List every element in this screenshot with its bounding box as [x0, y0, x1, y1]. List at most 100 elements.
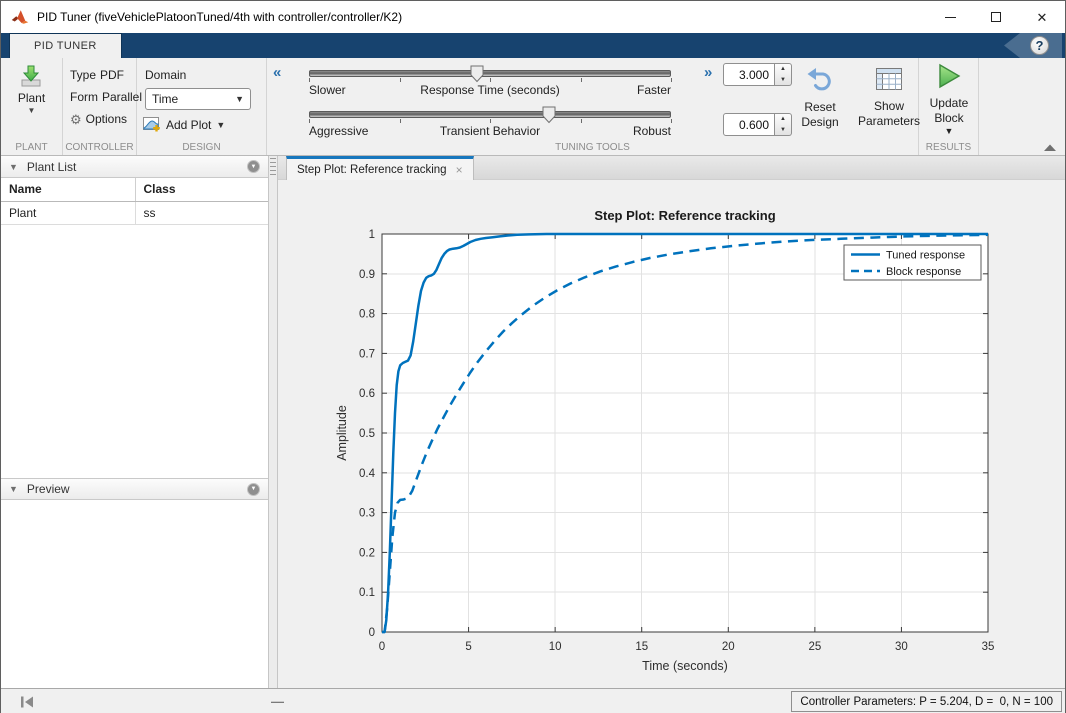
- vertical-splitter[interactable]: [269, 156, 278, 688]
- chevron-down-icon: ▼: [251, 164, 257, 170]
- svg-text:0.2: 0.2: [359, 547, 375, 559]
- svg-text:Block response: Block response: [886, 266, 961, 278]
- column-header-class[interactable]: Class: [135, 178, 268, 201]
- splitter-grip[interactable]: [270, 158, 276, 176]
- show-parameters-button[interactable]: Show Parameters: [849, 66, 929, 129]
- response-time-slider: Slower Response Time (seconds) Faster: [309, 70, 671, 97]
- plant-name-cell[interactable]: Plant: [1, 201, 135, 224]
- svg-text:35: 35: [982, 641, 995, 653]
- transient-behavior-spinner: ▲ ▼: [723, 113, 792, 136]
- maximize-button[interactable]: [973, 1, 1019, 33]
- reset-design-button[interactable]: Reset Design: [795, 66, 845, 130]
- table-row[interactable]: Plant ss: [1, 201, 268, 224]
- chevron-down-icon: ▼: [28, 106, 36, 115]
- update-block-label: Update Block: [923, 96, 975, 126]
- spinner-down-icon[interactable]: ▼: [775, 125, 791, 136]
- svg-text:0.6: 0.6: [359, 388, 375, 400]
- document-tab-bar: Step Plot: Reference tracking ×: [278, 156, 1065, 180]
- response-time-stepper[interactable]: ▲ ▼: [775, 63, 792, 86]
- transient-behavior-slider-track[interactable]: [309, 111, 671, 118]
- type-value: PDF: [100, 68, 124, 82]
- svg-text:Amplitude: Amplitude: [335, 405, 349, 461]
- svg-text:1: 1: [369, 229, 375, 241]
- minimize-button[interactable]: [927, 1, 973, 33]
- slider-decrease-icon[interactable]: «: [273, 64, 281, 81]
- tab-step-plot[interactable]: Step Plot: Reference tracking ×: [286, 156, 474, 180]
- add-plot-button[interactable]: Add Plot ▼: [143, 117, 266, 132]
- preview-header: ▼ Preview ▼: [1, 478, 268, 500]
- slider-label-response-time: Response Time (seconds): [420, 83, 559, 97]
- svg-text:0.9: 0.9: [359, 269, 375, 281]
- svg-text:0.3: 0.3: [359, 508, 375, 520]
- slider-label-aggressive: Aggressive: [309, 124, 368, 138]
- main-area: ▼ Plant List ▼ Name Class Plant ss ▼ Pre…: [1, 156, 1065, 688]
- svg-text:5: 5: [465, 641, 471, 653]
- help-button[interactable]: ?: [1030, 36, 1049, 55]
- collapse-left-icon[interactable]: [19, 695, 35, 709]
- plant-button-label: Plant: [18, 91, 45, 105]
- domain-dropdown[interactable]: Time ▼: [145, 88, 251, 110]
- update-block-button[interactable]: Update Block ▼: [923, 62, 975, 137]
- toolbar-spacer: [979, 58, 1065, 155]
- panel-menu-button[interactable]: ▼: [247, 483, 260, 496]
- section-label-tuning-tools: TUNING TOOLS: [267, 142, 918, 153]
- controller-type-row[interactable]: Type PDF: [63, 68, 136, 82]
- plant-button[interactable]: Plant ▼: [18, 64, 45, 115]
- spinner-up-icon[interactable]: ▲: [775, 64, 791, 75]
- window-title: PID Tuner (fiveVehiclePlatoonTuned/4th w…: [37, 10, 402, 24]
- ribbon-tab-strip: PID TUNER ?: [1, 33, 1065, 58]
- gear-icon: ⚙: [70, 113, 82, 126]
- svg-text:0.4: 0.4: [359, 468, 376, 480]
- reset-design-label: Reset Design: [795, 100, 845, 130]
- splitter-collapse-icon[interactable]: —: [271, 694, 284, 709]
- domain-value: Time: [152, 92, 178, 106]
- response-time-slider-track[interactable]: [309, 70, 671, 77]
- spinner-up-icon[interactable]: ▲: [775, 114, 791, 125]
- transient-behavior-input[interactable]: [723, 113, 775, 136]
- close-icon: ✕: [1037, 11, 1048, 24]
- column-header-name[interactable]: Name: [1, 178, 135, 201]
- collapse-ribbon-icon[interactable]: [1043, 142, 1057, 152]
- slider-ticks: [309, 118, 671, 123]
- chevron-down-icon: ▼: [235, 94, 244, 104]
- tab-pid-tuner[interactable]: PID TUNER: [9, 33, 122, 58]
- controller-form-row[interactable]: Form Parallel: [63, 90, 136, 104]
- options-button[interactable]: ⚙ Options: [63, 112, 136, 126]
- section-label-controller: CONTROLLER: [63, 142, 136, 153]
- add-plot-icon: [143, 117, 161, 132]
- slider-label-faster: Faster: [637, 83, 671, 97]
- chevron-down-icon: ▼: [216, 120, 225, 130]
- plant-list-table: Name Class Plant ss: [1, 178, 268, 225]
- response-time-input[interactable]: [723, 63, 775, 86]
- panel-menu-button[interactable]: ▼: [247, 160, 260, 173]
- section-label-results: RESULTS: [919, 142, 978, 153]
- chevron-down-icon: ▼: [251, 486, 257, 492]
- help-area: ?: [1004, 33, 1062, 58]
- svg-text:0.7: 0.7: [359, 348, 375, 360]
- collapse-triangle-icon[interactable]: ▼: [9, 484, 18, 494]
- transient-behavior-slider: Aggressive Transient Behavior Robust: [309, 111, 671, 138]
- tab-step-plot-label: Step Plot: Reference tracking: [297, 164, 447, 176]
- slider-increase-icon[interactable]: »: [704, 64, 712, 81]
- slider-label-slower: Slower: [309, 83, 346, 97]
- svg-text:Tuned response: Tuned response: [886, 250, 965, 262]
- close-button[interactable]: ✕: [1019, 1, 1065, 33]
- svg-text:30: 30: [895, 641, 908, 653]
- section-label-plant: PLANT: [1, 142, 62, 153]
- svg-text:15: 15: [635, 641, 648, 653]
- spinner-down-icon[interactable]: ▼: [775, 75, 791, 86]
- plant-class-cell[interactable]: ss: [135, 201, 268, 224]
- step-plot-chart[interactable]: 0510152025303500.10.20.30.40.50.60.70.80…: [278, 180, 1066, 688]
- svg-text:0.5: 0.5: [359, 428, 375, 440]
- transient-behavior-stepper[interactable]: ▲ ▼: [775, 113, 792, 136]
- collapse-triangle-icon[interactable]: ▼: [9, 162, 18, 172]
- svg-text:0: 0: [369, 627, 375, 639]
- plant-list-header: ▼ Plant List ▼: [1, 156, 268, 178]
- preview-section: ▼ Preview ▼: [1, 478, 268, 500]
- section-controller: Type PDF Form Parallel ⚙ Options CONTROL…: [63, 58, 137, 155]
- tab-close-icon[interactable]: ×: [456, 164, 463, 176]
- controller-parameters-text: Controller Parameters: P = 5.204, D = 0,…: [800, 696, 1053, 708]
- plot-pane: Step Plot: Reference tracking × 05101520…: [278, 156, 1065, 688]
- show-parameters-label: Show Parameters: [849, 99, 929, 129]
- svg-text:10: 10: [549, 641, 562, 653]
